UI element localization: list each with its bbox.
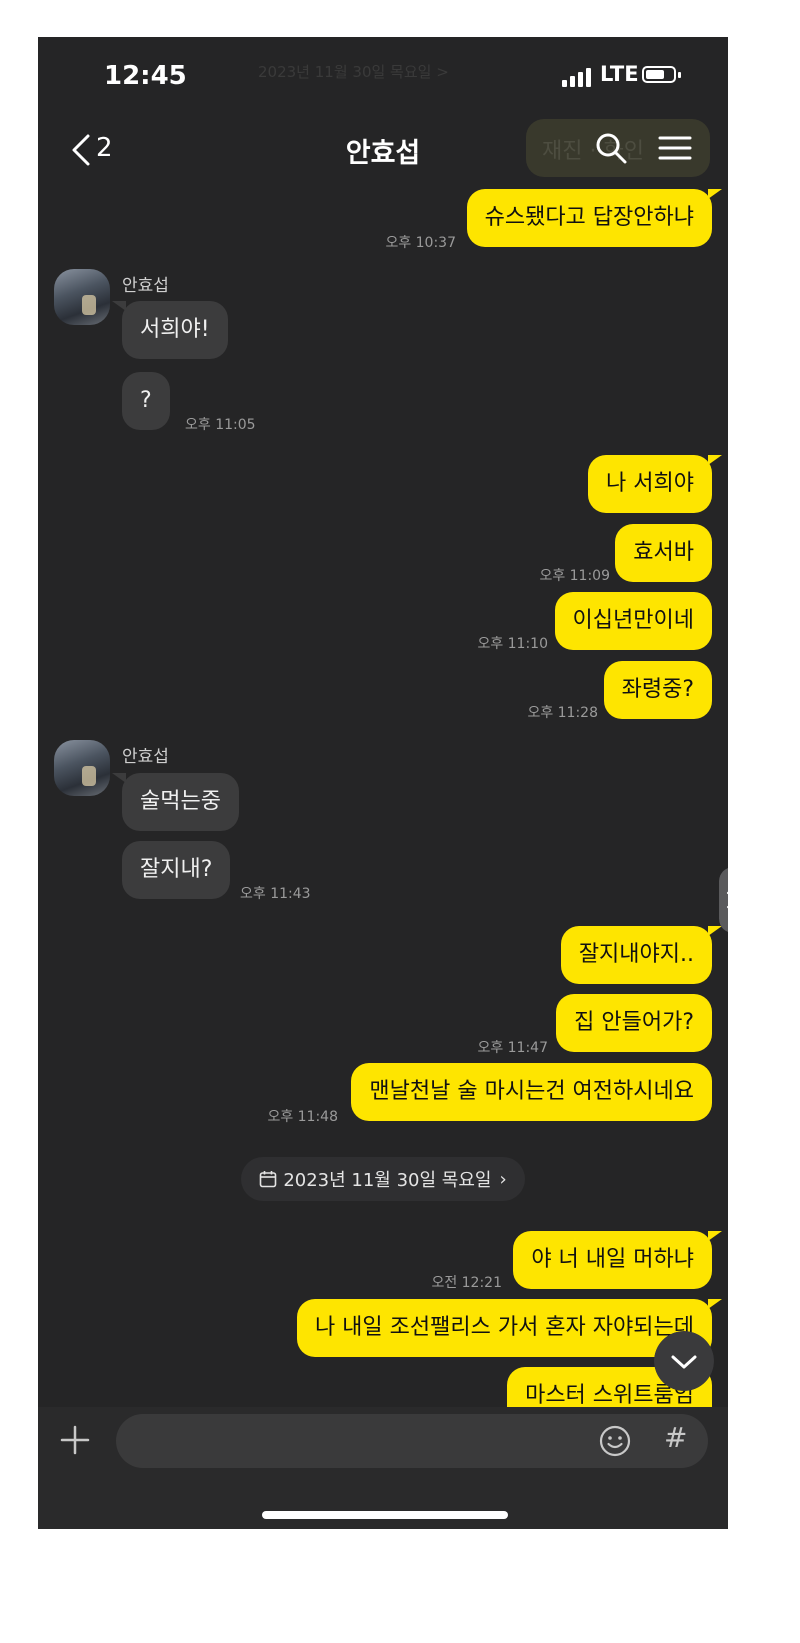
message-bubble-mine[interactable]: 효서바 xyxy=(615,524,712,582)
message-time: 오후 11:05 xyxy=(185,417,256,433)
bubble-tail xyxy=(708,189,722,199)
date-divider[interactable]: 2023년 11월 30일 목요일 › xyxy=(241,1157,525,1201)
search-icon[interactable] xyxy=(594,131,628,165)
network-label: LTE xyxy=(600,62,639,86)
battery-tip xyxy=(678,72,681,78)
message-time: 오후 11:43 xyxy=(240,886,311,902)
bubble-tail xyxy=(112,773,126,783)
menu-icon[interactable] xyxy=(658,135,692,161)
message-bubble-other[interactable]: ? xyxy=(122,372,170,430)
date-divider-label: 2023년 11월 30일 목요일 xyxy=(283,1170,492,1191)
signal-icon xyxy=(562,67,596,87)
message-bubble-mine[interactable]: 맨날천날 술 마시는건 여전하시네요 xyxy=(351,1063,712,1121)
chat-screen: 12:45 2023년 11월 30일 목요일 > LTE 2 재진 · 화인 … xyxy=(38,37,728,1529)
message-time: 오후 11:28 xyxy=(527,705,598,721)
message-time: 오후 11:09 xyxy=(539,568,610,584)
plus-icon[interactable] xyxy=(60,1425,90,1455)
chevron-right-icon: › xyxy=(499,1168,507,1190)
bubble-tail xyxy=(708,1299,722,1309)
message-time: 오후 11:10 xyxy=(477,636,548,652)
message-time: 오후 10:37 xyxy=(385,235,456,251)
bubble-tail xyxy=(112,301,126,311)
message-bubble-mine[interactable]: 나 내일 조선팰리스 가서 혼자 자야되는데 xyxy=(296,1299,712,1357)
home-indicator[interactable] xyxy=(262,1511,508,1519)
calendar-icon xyxy=(260,1171,277,1188)
status-time: 12:45 xyxy=(104,61,187,91)
message-bubble-mine[interactable]: 슈스됐다고 답장안하냐 xyxy=(466,189,712,247)
bubble-tail xyxy=(708,455,722,465)
message-bubble-other[interactable]: 잘지내? xyxy=(122,841,231,899)
message-bubble-mine[interactable]: 야 너 내일 머하냐 xyxy=(513,1231,712,1289)
message-bubble-other[interactable]: 서희야! xyxy=(122,301,228,359)
message-bubble-mine[interactable]: 이십년만이네 xyxy=(554,592,712,650)
scroll-to-bottom-button[interactable] xyxy=(654,1331,714,1391)
avatar[interactable] xyxy=(54,740,110,796)
message-time: 오후 11:48 xyxy=(267,1109,338,1125)
avatar[interactable] xyxy=(54,269,110,325)
bubble-tail xyxy=(708,926,722,936)
message-time: 오전 12:21 xyxy=(431,1275,502,1291)
ghost-date-text: 2023년 11월 30일 목요일 > xyxy=(258,63,449,81)
message-time: 오후 11:47 xyxy=(477,1040,548,1056)
emoji-icon[interactable] xyxy=(598,1424,632,1458)
message-bubble-mine[interactable]: 나 서희야 xyxy=(588,455,712,513)
sender-name: 안효섭 xyxy=(122,276,169,296)
message-bubble-mine[interactable]: 집 안들어가? xyxy=(556,994,712,1052)
scroll-handle[interactable] xyxy=(719,867,728,933)
message-bubble-other[interactable]: 술먹는중 xyxy=(122,773,239,831)
sender-name: 안효섭 xyxy=(122,747,169,767)
message-bubble-mine[interactable]: 잘지내야지.. xyxy=(560,926,712,984)
battery-icon xyxy=(642,66,676,83)
bubble-tail xyxy=(708,1231,722,1241)
message-bubble-mine[interactable]: 좌령중? xyxy=(603,661,712,719)
hash-icon[interactable]: # xyxy=(664,1421,687,1454)
